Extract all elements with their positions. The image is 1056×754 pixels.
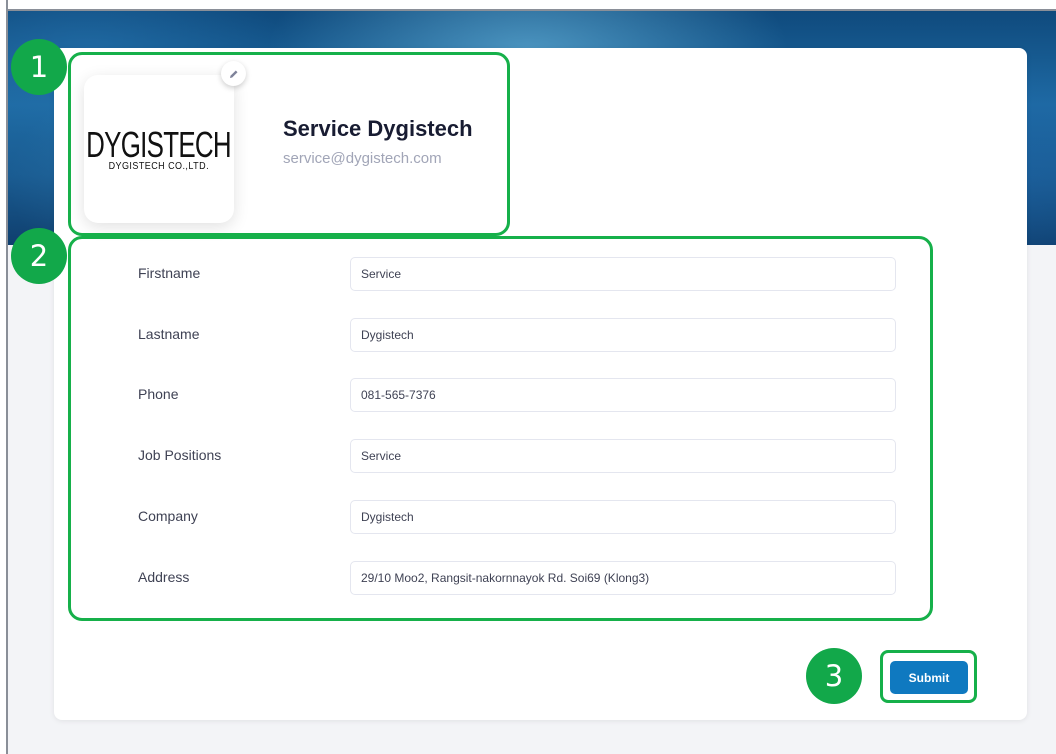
form-row-firstname: Firstname bbox=[0, 257, 1056, 291]
annotation-marker-1: 1 bbox=[11, 39, 67, 95]
form-row-job-positions: Job Positions bbox=[0, 439, 1056, 473]
pencil-icon bbox=[229, 70, 237, 78]
submit-button[interactable]: Submit bbox=[890, 661, 968, 694]
form-row-lastname: Lastname bbox=[0, 318, 1056, 352]
window-top-border bbox=[0, 0, 1056, 11]
company-label: Company bbox=[138, 508, 198, 524]
job-positions-label: Job Positions bbox=[138, 447, 222, 463]
form-row-address: Address bbox=[0, 561, 1056, 595]
annotation-marker-3: 3 bbox=[806, 648, 862, 704]
phone-field[interactable] bbox=[350, 378, 896, 412]
window-left-border bbox=[0, 0, 8, 754]
profile-name: Service Dygistech bbox=[283, 116, 473, 141]
company-logo-text: DYGISTECH bbox=[86, 123, 232, 165]
job-positions-field[interactable] bbox=[350, 439, 896, 473]
lastname-field[interactable] bbox=[350, 318, 896, 352]
profile-email: service@dygistech.com bbox=[283, 150, 442, 167]
company-field[interactable] bbox=[350, 500, 896, 534]
form-row-company: Company bbox=[0, 500, 1056, 534]
firstname-label: Firstname bbox=[138, 265, 201, 281]
lastname-label: Lastname bbox=[138, 326, 200, 342]
form-row-phone: Phone bbox=[0, 378, 1056, 412]
company-logo-subtext: DYGISTECH CO.,LTD. bbox=[108, 160, 210, 172]
annotation-marker-2: 2 bbox=[11, 228, 67, 284]
address-label: Address bbox=[138, 569, 190, 585]
edit-avatar-button[interactable] bbox=[221, 61, 246, 86]
address-field[interactable] bbox=[350, 561, 896, 595]
firstname-field[interactable] bbox=[350, 257, 896, 291]
avatar[interactable]: DYGISTECH DYGISTECH CO.,LTD. bbox=[84, 75, 234, 223]
phone-label: Phone bbox=[138, 386, 179, 402]
